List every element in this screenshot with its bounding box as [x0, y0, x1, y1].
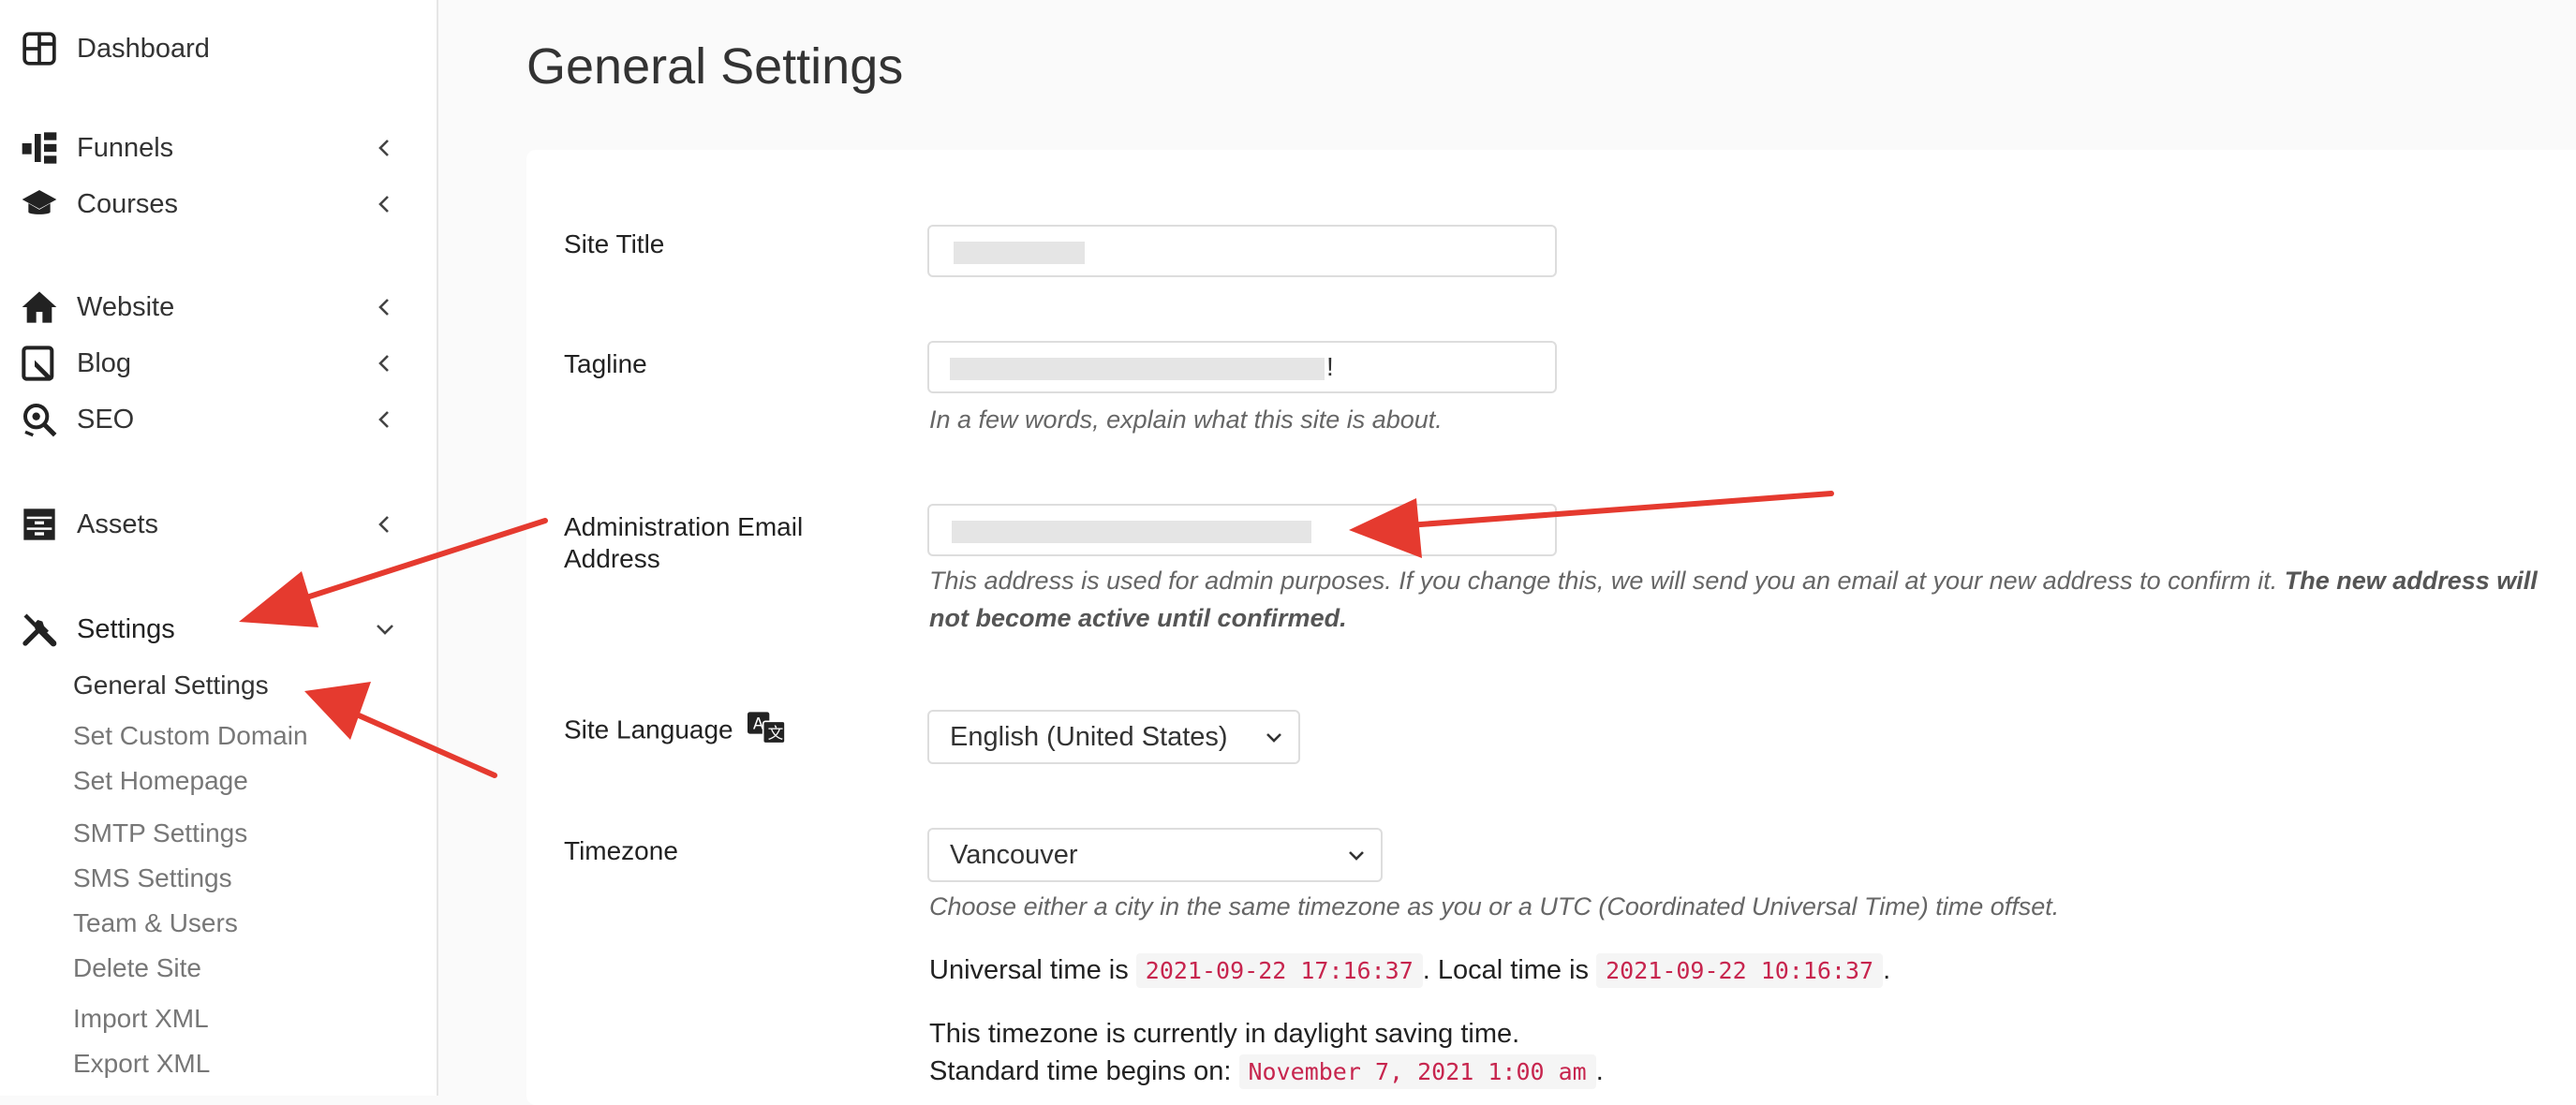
- nav-seo-label: SEO: [77, 404, 135, 435]
- chevron-down-icon: [1349, 851, 1364, 861]
- svg-text:文: 文: [768, 725, 784, 743]
- site-title-input[interactable]: [927, 225, 1557, 277]
- nav-funnels[interactable]: Funnels: [0, 122, 437, 174]
- standard-time-value: November 7, 2021 1:00 am: [1238, 1054, 1596, 1089]
- nav-assets[interactable]: Assets: [0, 498, 437, 551]
- submenu-sms-settings[interactable]: SMS Settings: [73, 860, 232, 897]
- site-language-label-wrap: Site Language A文: [564, 712, 787, 751]
- universal-time-value: 2021-09-22 17:16:37: [1135, 953, 1423, 988]
- seo-search-icon: [21, 401, 58, 438]
- admin-email-help: This address is used for admin purposes.…: [929, 562, 2559, 637]
- time-info: Universal time is 2021-09-22 17:16:37. L…: [929, 951, 1890, 990]
- submenu-export-xml[interactable]: Export XML: [73, 1045, 210, 1083]
- funnel-icon: [21, 129, 58, 167]
- nav-website-label: Website: [77, 291, 175, 322]
- chevron-left-icon[interactable]: [371, 510, 399, 538]
- nav-settings[interactable]: Settings: [0, 603, 437, 656]
- submenu-set-custom-domain[interactable]: Set Custom Domain: [73, 717, 308, 755]
- redacted-text: [952, 521, 1311, 543]
- nav-blog[interactable]: Blog: [0, 337, 437, 390]
- chevron-left-icon[interactable]: [371, 293, 399, 321]
- nav-blog-label: Blog: [77, 347, 132, 378]
- nav-dashboard[interactable]: Dashboard: [0, 22, 437, 75]
- page-title: General Settings: [526, 38, 904, 95]
- timezone-value: Vancouver: [950, 840, 1078, 870]
- submenu-general-settings[interactable]: General Settings: [73, 667, 269, 704]
- blog-edit-icon: [21, 345, 58, 382]
- tagline-help: In a few words, explain what this site i…: [929, 405, 1443, 434]
- submenu-delete-site[interactable]: Delete Site: [73, 950, 201, 987]
- local-time-value: 2021-09-22 10:16:37: [1596, 953, 1884, 988]
- nav-seo[interactable]: SEO: [0, 393, 437, 446]
- site-language-select[interactable]: English (United States): [927, 710, 1300, 764]
- graduation-cap-icon: [21, 185, 58, 223]
- period: .: [1595, 1056, 1604, 1086]
- standard-time-info: Standard time begins on: November 7, 202…: [929, 1053, 1604, 1091]
- tagline-input[interactable]: !: [927, 341, 1557, 393]
- nav-website[interactable]: Website: [0, 281, 437, 333]
- period: .: [1883, 955, 1891, 985]
- universal-time-prefix: Universal time is: [929, 955, 1129, 985]
- standard-time-prefix: Standard time begins on:: [929, 1056, 1232, 1086]
- redacted-text: [950, 358, 1325, 380]
- site-language-label: Site Language: [564, 715, 733, 744]
- local-time-prefix: . Local time is: [1422, 955, 1590, 985]
- chevron-left-icon[interactable]: [371, 349, 399, 377]
- submenu-team-users[interactable]: Team & Users: [73, 905, 238, 942]
- sidebar: Dashboard Funnels Courses Website Blog S: [0, 0, 438, 1096]
- home-icon: [21, 288, 58, 326]
- chevron-left-icon[interactable]: [371, 405, 399, 434]
- admin-email-input[interactable]: [927, 504, 1557, 556]
- site-language-value: English (United States): [950, 722, 1228, 752]
- wrench-screwdriver-icon: [21, 611, 58, 648]
- nav-assets-label: Assets: [77, 508, 159, 539]
- timezone-select[interactable]: Vancouver: [927, 828, 1383, 882]
- translate-icon: A文: [748, 712, 787, 751]
- site-title-label: Site Title: [564, 229, 665, 258]
- admin-email-label: Administration Email Address: [564, 512, 804, 573]
- chevron-left-icon[interactable]: [371, 190, 399, 218]
- nav-dashboard-label: Dashboard: [77, 33, 210, 64]
- submenu-smtp-settings[interactable]: SMTP Settings: [73, 815, 247, 852]
- tagline-visible-text: !: [1326, 352, 1334, 381]
- nav-courses[interactable]: Courses: [0, 178, 437, 230]
- redacted-text: [954, 242, 1085, 264]
- nav-courses-label: Courses: [77, 188, 178, 219]
- timezone-label: Timezone: [564, 836, 678, 865]
- timezone-help: Choose either a city in the same timezon…: [929, 892, 2060, 921]
- admin-email-help-text: This address is used for admin purposes.…: [929, 567, 2278, 595]
- dst-text: This timezone is currently in daylight s…: [929, 1019, 1520, 1049]
- chevron-down-icon: [1266, 733, 1281, 743]
- nav-funnels-label: Funnels: [77, 132, 174, 163]
- nav-settings-label: Settings: [77, 613, 175, 644]
- dashboard-icon: [21, 30, 58, 67]
- cabinet-icon: [21, 506, 58, 543]
- tagline-label: Tagline: [564, 349, 647, 378]
- submenu-import-xml[interactable]: Import XML: [73, 1000, 209, 1038]
- chevron-left-icon[interactable]: [371, 134, 399, 162]
- submenu-set-homepage[interactable]: Set Homepage: [73, 762, 248, 800]
- chevron-down-icon[interactable]: [371, 615, 399, 643]
